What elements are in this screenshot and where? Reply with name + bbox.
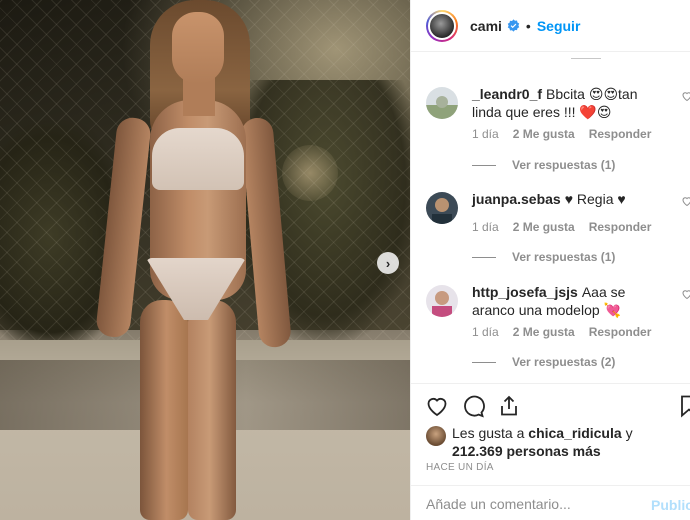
comment-likes[interactable]: 2 Me gusta: [513, 325, 575, 339]
comment-meta: 1 día 2 Me gusta Responder: [472, 127, 665, 141]
comment-username[interactable]: _leandr0_f: [472, 86, 542, 102]
liker-username[interactable]: chica_ridicula: [528, 425, 621, 441]
reply-button[interactable]: Responder: [589, 127, 652, 141]
comments-list[interactable]: _leandr0_f Bbcita 😍😍tan linda que eres !!…: [411, 53, 690, 383]
photo-figure-face: [172, 12, 224, 84]
comment-likes[interactable]: 2 Me gusta: [513, 220, 575, 234]
comment-text: juanpa.sebas ♥ Regia ♥: [472, 190, 668, 208]
view-replies-label: Ver respuestas (2): [512, 355, 616, 369]
comment-text: _leandr0_f Bbcita 😍😍tan linda que eres !!…: [472, 85, 668, 121]
share-icon[interactable]: [497, 394, 521, 418]
post-actions-bar: [411, 383, 690, 427]
view-replies-button[interactable]: Ver respuestas (2): [472, 355, 615, 369]
heart-icon[interactable]: [681, 195, 690, 207]
replies-divider: [472, 361, 496, 363]
post-timestamp[interactable]: HACE UN DÍA: [426, 462, 494, 473]
likes-count[interactable]: 212.369 personas más: [452, 443, 601, 459]
comment-text: http_josefa_jsjs Aaa se aranco una modelo…: [472, 283, 668, 319]
chevron-right-icon[interactable]: ›: [377, 252, 399, 274]
likes-text: Les gusta a chica_ridicula y 212.369 per…: [452, 424, 682, 460]
comment-icon[interactable]: [461, 394, 485, 418]
avatar[interactable]: [426, 192, 458, 224]
reply-button[interactable]: Responder: [589, 220, 652, 234]
avatar[interactable]: [426, 426, 446, 446]
comment-age[interactable]: 1 día: [472, 325, 499, 339]
heart-icon[interactable]: [425, 394, 449, 418]
publish-button[interactable]: Publicar: [651, 497, 690, 513]
comment-message: ♥ Regia ♥: [564, 191, 626, 207]
avatar[interactable]: [426, 285, 458, 317]
post-header: cami • Seguir: [411, 0, 690, 52]
comment-input[interactable]: [426, 496, 626, 512]
post-photo[interactable]: ›: [0, 0, 410, 520]
comment-age[interactable]: 1 día: [472, 127, 499, 141]
add-comment-bar: Publicar: [411, 485, 690, 520]
author-username[interactable]: cami: [470, 18, 502, 34]
heart-icon[interactable]: [681, 90, 690, 102]
bookmark-icon[interactable]: [677, 394, 690, 418]
previous-comment-edge: [571, 53, 601, 59]
comment-username[interactable]: http_josefa_jsjs: [472, 284, 578, 300]
comment-likes[interactable]: 2 Me gusta: [513, 127, 575, 141]
comment-username[interactable]: juanpa.sebas: [472, 191, 561, 207]
post-side-panel: cami • Seguir _leandr0_f Bbcita 😍😍tan lin…: [410, 0, 690, 520]
follow-button[interactable]: Seguir: [537, 18, 581, 34]
photo-figure-top: [152, 128, 244, 190]
view-replies-button[interactable]: Ver respuestas (1): [472, 250, 615, 264]
replies-divider: [472, 164, 496, 166]
photo-figure-leg-right: [188, 300, 236, 520]
view-replies-label: Ver respuestas (1): [512, 158, 616, 172]
likes-prefix: Les gusta a: [452, 425, 525, 441]
verified-badge-icon: [507, 19, 520, 32]
photo-figure-leg-left: [140, 300, 188, 520]
reply-button[interactable]: Responder: [589, 325, 652, 339]
avatar[interactable]: [426, 87, 458, 119]
header-separator: •: [525, 17, 531, 34]
comment-age[interactable]: 1 día: [472, 220, 499, 234]
comment-meta: 1 día 2 Me gusta Responder: [472, 325, 665, 339]
view-replies-label: Ver respuestas (1): [512, 250, 616, 264]
replies-divider: [472, 256, 496, 258]
comment-meta: 1 día 2 Me gusta Responder: [472, 220, 665, 234]
view-replies-button[interactable]: Ver respuestas (1): [472, 158, 615, 172]
avatar[interactable]: [426, 9, 458, 42]
heart-icon[interactable]: [681, 288, 690, 300]
likes-connector: y: [625, 425, 633, 441]
